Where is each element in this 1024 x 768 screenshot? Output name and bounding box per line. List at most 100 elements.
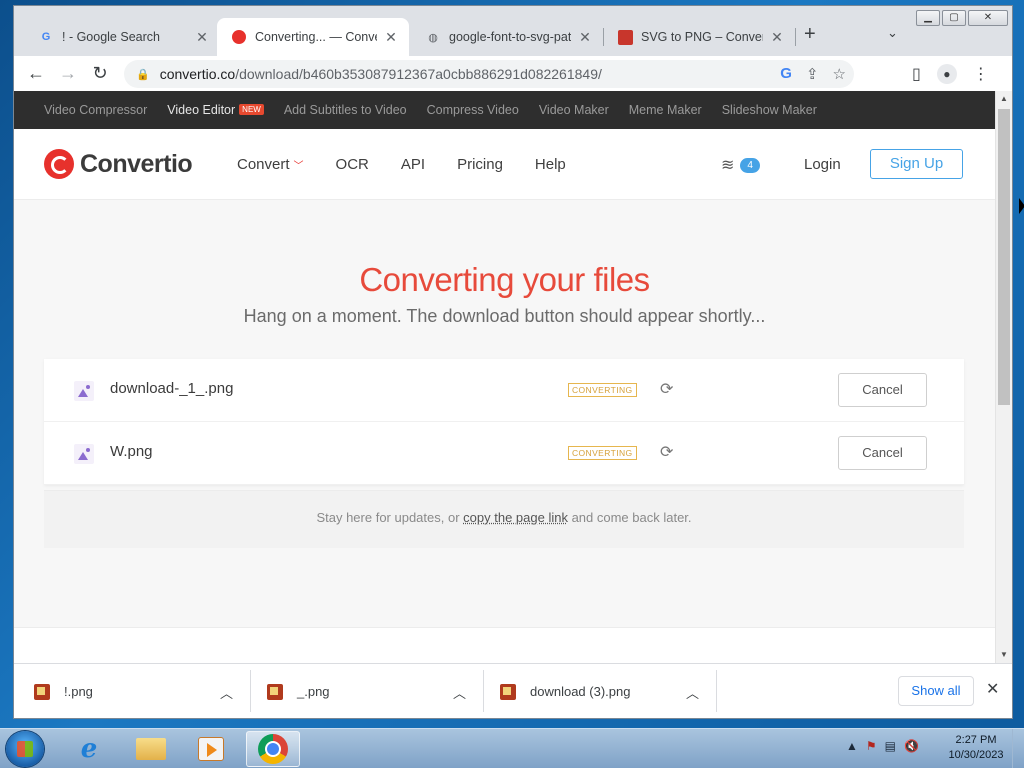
nav-help[interactable]: Help: [535, 156, 566, 173]
taskbar-file-explorer[interactable]: [124, 731, 178, 767]
download-item[interactable]: download (3).png: [500, 664, 630, 718]
chevron-down-icon: ﹀: [293, 161, 304, 172]
download-item[interactable]: !.png: [34, 664, 93, 718]
file-name: W.png: [110, 443, 153, 460]
chrome-icon: [258, 734, 288, 764]
kebab-menu-icon[interactable]: ⋮: [973, 64, 989, 84]
reload-icon[interactable]: ↻: [84, 63, 116, 84]
action-center-flag-icon[interactable]: ⚑: [866, 739, 877, 753]
bookmark-star-icon[interactable]: ☆: [833, 65, 846, 83]
close-window-button[interactable]: ✕: [968, 10, 1008, 26]
topbar-link-add-subtitles[interactable]: Add Subtitles to Video: [284, 103, 407, 117]
google-lens-icon[interactable]: G: [780, 65, 792, 83]
mouse-cursor-icon: [1019, 198, 1024, 214]
update-notice: Stay here for updates, or copy the page …: [44, 490, 964, 548]
tab-close-icon[interactable]: ✕: [383, 29, 399, 46]
tab-title: SVG to PNG – Convert: [641, 30, 763, 44]
file-stack-button[interactable]: ≋ 4: [721, 155, 760, 175]
download-divider: [483, 670, 484, 712]
layers-icon: ≋: [721, 157, 735, 174]
topbar-link-compress-video[interactable]: Compress Video: [427, 103, 519, 117]
login-link[interactable]: Login: [804, 156, 841, 173]
close-shelf-icon[interactable]: ✕: [986, 679, 999, 699]
lock-icon: 🔒: [136, 68, 150, 81]
system-clock[interactable]: 2:27 PM 10/30/2023: [944, 733, 1008, 763]
nav-ocr[interactable]: OCR: [336, 156, 369, 173]
sign-up-button[interactable]: Sign Up: [870, 149, 963, 179]
chevron-up-icon[interactable]: ︿: [220, 683, 233, 702]
taskbar-internet-explorer[interactable]: e: [62, 731, 116, 767]
tab-convertio[interactable]: Converting... — Convertio ✕: [217, 18, 409, 56]
page-scrollbar[interactable]: ▲ ▼: [995, 91, 1012, 663]
site-header: Convertio Convert ﹀ OCR API Pricing Help …: [14, 129, 995, 200]
file-name: download-_1_.png: [110, 380, 234, 397]
file-row: W.png CONVERTING ⟳ Cancel: [44, 422, 964, 485]
volume-muted-icon[interactable]: 🔇: [904, 739, 919, 753]
start-button[interactable]: [6, 731, 44, 767]
address-path: /download/b460b353087912367a0cbb886291d0…: [235, 66, 602, 82]
window-controls: ▁ ▢ ✕: [916, 10, 1008, 26]
show-desktop-button[interactable]: [1012, 729, 1024, 768]
page-subtitle: Hang on a moment. The download button sh…: [243, 306, 766, 326]
file-count-badge: 4: [740, 157, 760, 173]
nav-label: Convert: [237, 156, 290, 173]
chevron-up-icon[interactable]: ︿: [686, 683, 699, 702]
download-file-name: !.png: [64, 684, 93, 699]
cancel-button[interactable]: Cancel: [838, 436, 927, 470]
page-viewport: Video Compressor Video Editor NEW Add Sub…: [14, 91, 1012, 663]
download-item[interactable]: _.png: [267, 664, 330, 718]
topbar-link-slideshow-maker[interactable]: Slideshow Maker: [722, 103, 817, 117]
copy-page-link[interactable]: copy the page link: [463, 510, 568, 525]
clock-date: 10/30/2023: [948, 749, 1004, 761]
back-arrow-icon[interactable]: ←: [20, 63, 52, 84]
convertio-logo[interactable]: Convertio: [44, 149, 193, 179]
nav-pricing[interactable]: Pricing: [457, 156, 503, 173]
taskbar-chrome[interactable]: [246, 731, 300, 767]
nav-api[interactable]: API: [401, 156, 425, 173]
chevron-up-icon[interactable]: ︿: [453, 683, 466, 702]
tab-close-icon[interactable]: ✕: [577, 29, 593, 46]
tray-expand-icon[interactable]: ▲: [846, 739, 858, 753]
cancel-button[interactable]: Cancel: [838, 373, 927, 407]
tab-google-font-to-svg[interactable]: ◍ google-font-to-svg-path ✕: [411, 18, 603, 56]
forward-arrow-icon[interactable]: →: [52, 63, 84, 84]
refresh-spinner-icon: ⟳: [660, 381, 674, 398]
tab-title: ! - Google Search: [62, 30, 160, 44]
tab-title: Converting... — Convertio: [255, 30, 377, 44]
tab-svg-to-png[interactable]: SVG to PNG – Convert ✕: [603, 18, 795, 56]
file-list: download-_1_.png CONVERTING ⟳ Cancel W.p…: [44, 359, 964, 485]
scroll-down-arrow-icon[interactable]: ▼: [996, 647, 1012, 663]
download-shelf: !.png ︿ _.png ︿ download (3).png ︿ Show …: [14, 663, 1012, 718]
address-bar[interactable]: 🔒 convertio.co/download/b460b35308791236…: [124, 60, 854, 88]
show-all-button[interactable]: Show all: [898, 676, 974, 706]
tab-search-chevron-icon[interactable]: ⌄: [887, 25, 898, 41]
topbar-link-video-compressor[interactable]: Video Compressor: [44, 103, 147, 117]
network-icon[interactable]: ▤: [885, 739, 896, 753]
internet-explorer-icon: e: [80, 734, 98, 764]
browser-toolbar: ← → ↻ 🔒 convertio.co/download/b460b35308…: [14, 56, 1012, 91]
page-footer-area: [14, 628, 995, 663]
topbar-link-meme-maker[interactable]: Meme Maker: [629, 103, 702, 117]
maximize-button[interactable]: ▢: [942, 10, 966, 26]
nav-convert[interactable]: Convert ﹀: [237, 156, 304, 173]
new-tab-button[interactable]: +: [804, 23, 816, 46]
tab-close-icon[interactable]: ✕: [769, 29, 785, 46]
png-file-icon: [500, 683, 516, 700]
topbar-link-video-editor[interactable]: Video Editor NEW: [167, 103, 264, 117]
tab-close-icon[interactable]: ✕: [194, 29, 210, 46]
refresh-spinner-icon: ⟳: [660, 444, 674, 461]
topbar-link-video-maker[interactable]: Video Maker: [539, 103, 609, 117]
share-icon[interactable]: ⇪: [806, 65, 819, 83]
download-divider: [716, 670, 717, 712]
minimize-button[interactable]: ▁: [916, 10, 940, 26]
side-panel-icon[interactable]: ▯: [912, 64, 921, 84]
tab-google-search[interactable]: G ! - Google Search ✕: [24, 18, 220, 56]
png-file-icon: [34, 683, 50, 700]
scroll-up-arrow-icon[interactable]: ▲: [996, 91, 1012, 107]
scrollbar-thumb[interactable]: [998, 109, 1010, 405]
profile-avatar-icon[interactable]: ●: [936, 64, 957, 84]
taskbar-media-player[interactable]: [184, 731, 238, 767]
convertio-icon: [231, 29, 247, 45]
folder-icon: [136, 738, 166, 760]
download-file-name: _.png: [297, 684, 330, 699]
